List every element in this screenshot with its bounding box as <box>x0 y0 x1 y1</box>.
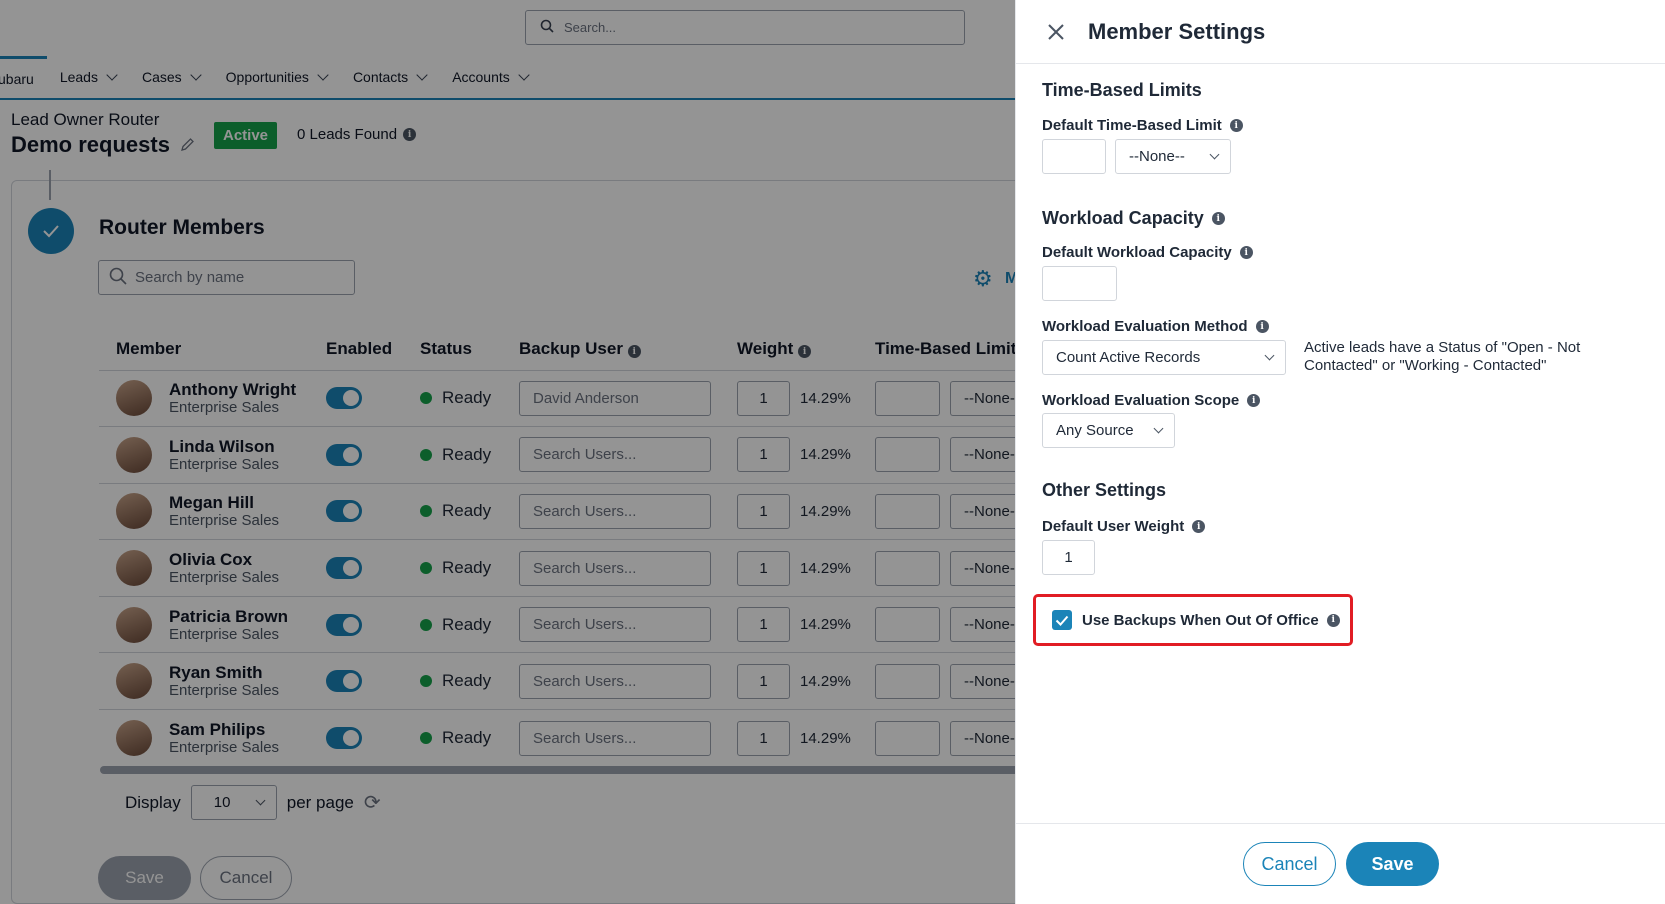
default-time-limit-input[interactable] <box>1042 139 1106 174</box>
other-settings-heading: Other Settings <box>1042 480 1166 501</box>
field-value: Count Active Records <box>1056 349 1201 366</box>
eval-scope-label: Workload Evaluation Scope i <box>1042 392 1261 409</box>
use-backups-highlight: Use Backups When Out Of Office i <box>1033 594 1353 646</box>
chevron-down-icon <box>1153 423 1164 434</box>
use-backups-checkbox[interactable] <box>1052 610 1072 630</box>
chevron-down-icon <box>1209 149 1220 160</box>
default-capacity-input[interactable] <box>1042 266 1117 301</box>
default-weight-input[interactable]: 1 <box>1042 540 1095 575</box>
default-weight-label: Default User Weight i <box>1042 518 1206 535</box>
field-label: Use Backups When Out Of Office <box>1082 611 1319 629</box>
chevron-down-icon <box>1264 350 1275 361</box>
field-label: Default Workload Capacity <box>1042 244 1232 261</box>
info-icon[interactable]: i <box>1229 119 1243 132</box>
workload-capacity-heading: Workload Capacity i <box>1042 208 1225 229</box>
panel-header: Member Settings <box>1016 0 1665 64</box>
modal-overlay[interactable] <box>0 0 1015 904</box>
close-icon[interactable] <box>1036 12 1076 52</box>
field-label: Default User Weight <box>1042 518 1185 535</box>
panel-save-button[interactable]: Save <box>1346 842 1439 886</box>
field-value: --None-- <box>1129 148 1185 165</box>
section-title: Time-Based Limits <box>1042 80 1202 100</box>
eval-method-note: Active leads have a Status of "Open - No… <box>1304 339 1581 374</box>
default-time-limit-label: Default Time-Based Limit i <box>1042 117 1243 134</box>
default-capacity-label: Default Workload Capacity i <box>1042 244 1253 261</box>
field-label: Default Time-Based Limit <box>1042 117 1222 134</box>
info-icon[interactable]: i <box>1255 320 1269 333</box>
field-label: Workload Evaluation Scope <box>1042 392 1240 409</box>
field-value: 1 <box>1064 549 1073 566</box>
use-backups-label[interactable]: Use Backups When Out Of Office i <box>1082 612 1340 629</box>
info-icon[interactable]: i <box>1192 520 1206 533</box>
info-icon[interactable]: i <box>1211 212 1225 225</box>
time-based-limits-heading: Time-Based Limits <box>1042 80 1202 101</box>
section-title: Workload Capacity <box>1042 208 1204 228</box>
info-icon[interactable]: i <box>1326 613 1340 627</box>
info-icon[interactable]: i <box>1247 394 1261 407</box>
member-settings-panel: Member Settings Time-Based Limits Defaul… <box>1015 0 1665 904</box>
panel-title: Member Settings <box>1088 18 1266 44</box>
default-time-limit-unit-select[interactable]: --None-- <box>1115 139 1231 174</box>
eval-method-label: Workload Evaluation Method i <box>1042 318 1269 335</box>
eval-method-select[interactable]: Count Active Records <box>1042 340 1286 375</box>
field-value: Any Source <box>1056 422 1134 439</box>
field-label: Workload Evaluation Method <box>1042 318 1248 335</box>
info-icon[interactable]: i <box>1239 246 1253 259</box>
panel-footer: Cancel Save <box>1016 823 1665 904</box>
eval-scope-select[interactable]: Any Source <box>1042 413 1175 448</box>
section-title: Other Settings <box>1042 480 1167 500</box>
panel-cancel-button[interactable]: Cancel <box>1243 842 1336 886</box>
